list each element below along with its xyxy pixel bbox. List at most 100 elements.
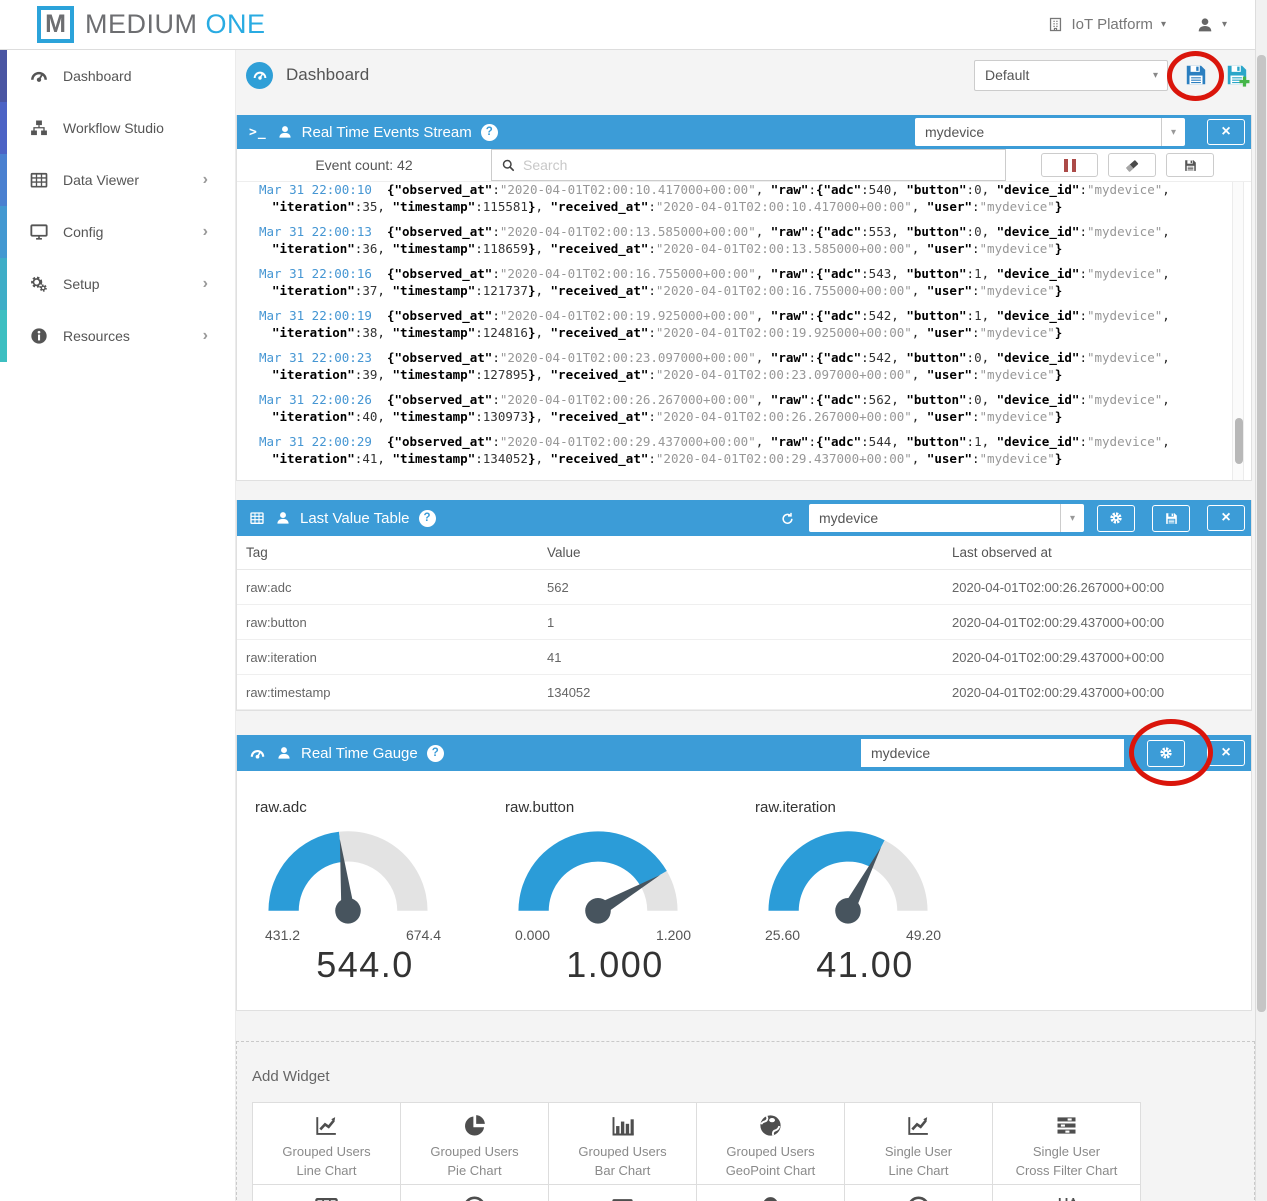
- user-menu[interactable]: ▾: [1196, 16, 1227, 34]
- barChart-icon: [609, 1112, 636, 1139]
- events-close-button[interactable]: ×: [1207, 119, 1245, 145]
- gauge-max: 1.200: [656, 927, 691, 943]
- candle-icon: [1053, 1194, 1080, 1201]
- tv-icon: [609, 1194, 636, 1201]
- gauge-value: 1.000: [503, 944, 703, 986]
- widget-tile-partial[interactable]: [548, 1184, 697, 1201]
- gauge-raw-adc: raw.adc431.2674.4544.0: [253, 799, 453, 986]
- tile-label-line1: Single User: [885, 1142, 952, 1161]
- sidebar-item-config[interactable]: Config›: [0, 206, 235, 258]
- sidebar-item-resources[interactable]: Resources›: [0, 310, 235, 362]
- cell-tag: raw:timestamp: [237, 685, 547, 700]
- widget-tile-partial[interactable]: [992, 1184, 1141, 1201]
- gauge-close-button[interactable]: ×: [1207, 740, 1245, 766]
- gauge-dial: [503, 818, 693, 925]
- gauge-settings-button[interactable]: [1147, 740, 1185, 767]
- tile-label-line2: Cross Filter Chart: [1016, 1161, 1118, 1180]
- save-as-new-dashboard-icon[interactable]: [1224, 62, 1250, 88]
- clear-stream-button[interactable]: [1108, 153, 1156, 177]
- workspace-label: IoT Platform: [1072, 16, 1153, 33]
- sidebar-item-setup[interactable]: Setup›: [0, 258, 235, 310]
- widget-tile-partial[interactable]: [844, 1184, 993, 1201]
- widget-tile-grouped-users-line-chart[interactable]: Grouped UsersLine Chart: [252, 1102, 401, 1185]
- widget-tile-partial[interactable]: [252, 1184, 401, 1201]
- sidebar-item-workflow-studio[interactable]: Workflow Studio: [0, 102, 235, 154]
- user-icon: [1196, 16, 1214, 34]
- workspace-menu[interactable]: IoT Platform ▾: [1047, 16, 1166, 33]
- lvt-settings-button[interactable]: [1097, 505, 1135, 532]
- log-scrollbar[interactable]: [1232, 182, 1244, 480]
- events-device-value: mydevice: [915, 124, 1161, 140]
- sidebar-item-label: Workflow Studio: [63, 120, 164, 136]
- lvt-close-button[interactable]: ×: [1207, 505, 1245, 531]
- widget-tile-single-user-cross-filter-chart[interactable]: Single UserCross Filter Chart: [992, 1102, 1141, 1185]
- lineChart-icon: [313, 1112, 340, 1139]
- event-log-entry: Mar 31 22:00:23 {"observed_at":"2020-04-…: [259, 350, 1211, 383]
- dashboard-select[interactable]: Default ▾: [974, 60, 1168, 91]
- app: M MEDIUM ONE IoT Platform ▾ ▾ DashboardW…: [0, 0, 1267, 1201]
- events-widget-title: Real Time Events Stream: [302, 124, 472, 141]
- refresh-icon[interactable]: [780, 511, 795, 526]
- pause-stream-button[interactable]: [1041, 153, 1098, 177]
- gauge-dial: [253, 818, 443, 925]
- save-dashboard-icon[interactable]: [1183, 62, 1209, 88]
- logo-mark: M: [37, 6, 74, 43]
- help-icon[interactable]: ?: [427, 745, 444, 762]
- sidebar-item-dashboard[interactable]: Dashboard: [0, 50, 235, 102]
- cell-value: 562: [547, 580, 952, 595]
- cell-last-observed: 2020-04-01T02:00:29.437000+00:00: [952, 615, 1251, 630]
- widget-tile-grouped-users-pie-chart[interactable]: Grouped UsersPie Chart: [400, 1102, 549, 1185]
- help-icon[interactable]: ?: [481, 124, 498, 141]
- sidebar-accent-strip: [0, 154, 7, 206]
- sidebar-item-label: Setup: [63, 276, 100, 292]
- page-scrollbar[interactable]: [1255, 0, 1267, 1201]
- gauge-device-input[interactable]: [861, 739, 1124, 767]
- events-device-select[interactable]: mydevice ▾: [915, 118, 1185, 146]
- lvt-header-row: Tag Value Last observed at: [237, 536, 1251, 570]
- save-stream-button[interactable]: [1166, 153, 1214, 177]
- events-search-input[interactable]: [523, 157, 1005, 173]
- sidebar-accent-strip: [0, 102, 7, 154]
- cell-value: 1: [547, 615, 952, 630]
- add-widget-panel: Add Widget Grouped UsersLine ChartGroupe…: [236, 1041, 1255, 1201]
- gauge-min: 0.000: [515, 927, 550, 943]
- tile-label-line1: Grouped Users: [282, 1142, 370, 1161]
- sidebar-item-label: Resources: [63, 328, 130, 344]
- info-icon: [29, 326, 51, 346]
- col-value: Value: [547, 545, 952, 560]
- lvt-save-button[interactable]: [1152, 505, 1190, 532]
- table-row: raw:timestamp1340522020-04-01T02:00:29.4…: [237, 675, 1251, 710]
- gauge-label: raw.iteration: [755, 799, 953, 816]
- events-stream-widget: >_ Real Time Events Stream ? mydevice ▾ …: [236, 115, 1252, 481]
- table-row: raw:iteration412020-04-01T02:00:29.43700…: [237, 640, 1251, 675]
- gauge-raw-button: raw.button0.0001.2001.000: [503, 799, 703, 986]
- pause-icon: [1072, 159, 1076, 172]
- events-log[interactable]: Mar 31 22:00:10 {"observed_at":"2020-04-…: [237, 182, 1251, 480]
- widget-tile-grouped-users-bar-chart[interactable]: Grouped UsersBar Chart: [548, 1102, 697, 1185]
- help-icon[interactable]: ?: [419, 510, 436, 527]
- lvt-device-select[interactable]: mydevice ▾: [809, 504, 1084, 532]
- log-scrollbar-thumb[interactable]: [1235, 418, 1243, 464]
- gauge-max: 49.20: [906, 927, 941, 943]
- lineChart-icon: [905, 1112, 932, 1139]
- gauge-max: 674.4: [406, 927, 441, 943]
- sidebar-item-label: Data Viewer: [63, 172, 139, 188]
- dashboard-gauge-icon: [246, 62, 273, 89]
- page-scrollbar-thumb[interactable]: [1257, 55, 1266, 1012]
- tile-label-line1: Single User: [1033, 1142, 1100, 1161]
- col-tag: Tag: [237, 545, 547, 560]
- tile-label-line2: Pie Chart: [447, 1161, 501, 1180]
- widget-tile-single-user-line-chart[interactable]: Single UserLine Chart: [844, 1102, 993, 1185]
- add-widget-title: Add Widget: [252, 1068, 1254, 1085]
- sidebar-item-data-viewer[interactable]: Data Viewer›: [0, 154, 235, 206]
- gauge-min: 25.60: [765, 927, 800, 943]
- chevron-down-icon: ▾: [1161, 118, 1185, 146]
- widget-tile-partial[interactable]: [696, 1184, 845, 1201]
- widget-tile-grouped-users-geopoint-chart[interactable]: Grouped UsersGeoPoint Chart: [696, 1102, 845, 1185]
- lvt-widget-title: Last Value Table: [300, 510, 410, 527]
- terminal-icon: >_: [249, 125, 267, 140]
- cell-last-observed: 2020-04-01T02:00:26.267000+00:00: [952, 580, 1251, 595]
- page-title: Dashboard: [286, 65, 369, 85]
- gauge-icon: [29, 66, 51, 86]
- widget-tile-partial[interactable]: [400, 1184, 549, 1201]
